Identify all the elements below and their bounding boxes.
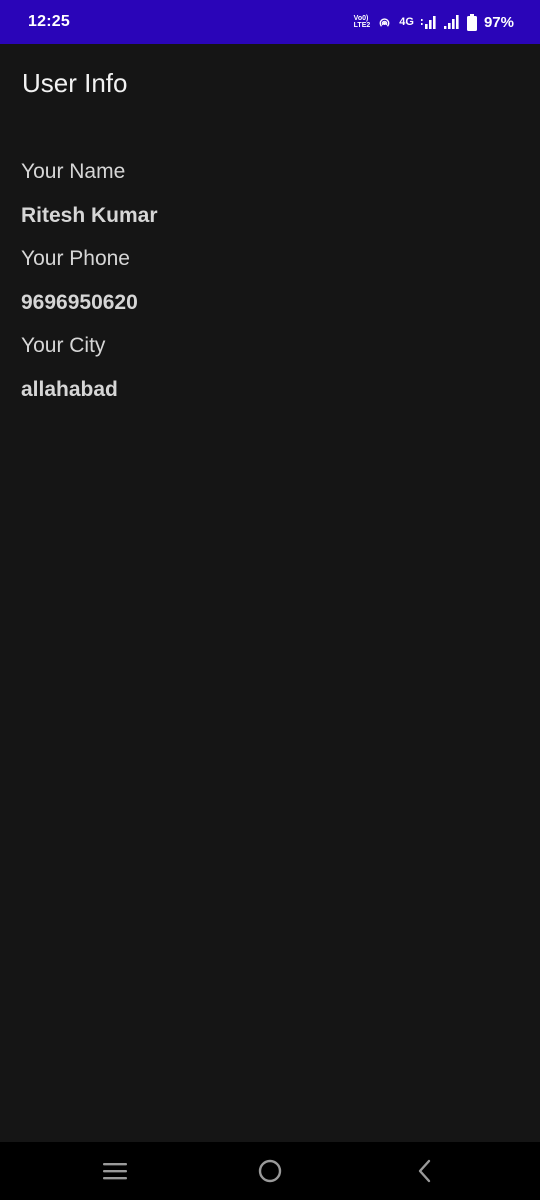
phone-label: Your Phone [21,247,130,270]
back-button[interactable] [410,1158,440,1184]
status-bar: 12:25 Vo0) LTE2 4G 97% [0,0,540,44]
home-button[interactable] [255,1158,285,1184]
page-title: User Info [22,68,128,98]
volte-bottom-text: LTE2 [353,22,371,29]
battery-icon [466,13,477,31]
volte-top-text: Vo0) [353,15,369,22]
city-value: allahabad [21,377,118,401]
signal-icon [420,16,436,29]
signal-icon-2 [443,15,459,29]
home-icon [258,1159,282,1183]
battery-percent: 97% [483,13,514,31]
status-icons: Vo0) LTE2 4G 97% [354,12,514,32]
navigation-bar [0,1142,540,1200]
network-type: 4G [399,16,414,28]
city-label: Your City [21,334,106,357]
status-time: 12:25 [28,13,70,30]
user-info-list: Your Name Ritesh Kumar Your Phone 969695… [21,155,521,416]
phone-value: 9696950620 [21,290,138,314]
name-label: Your Name [21,160,126,183]
recents-button[interactable] [100,1158,130,1184]
back-icon [418,1159,431,1183]
recents-icon [103,1163,127,1180]
volte-icon: Vo0) LTE2 [354,15,371,29]
hotspot-icon [379,17,390,27]
name-value: Ritesh Kumar [21,203,158,227]
